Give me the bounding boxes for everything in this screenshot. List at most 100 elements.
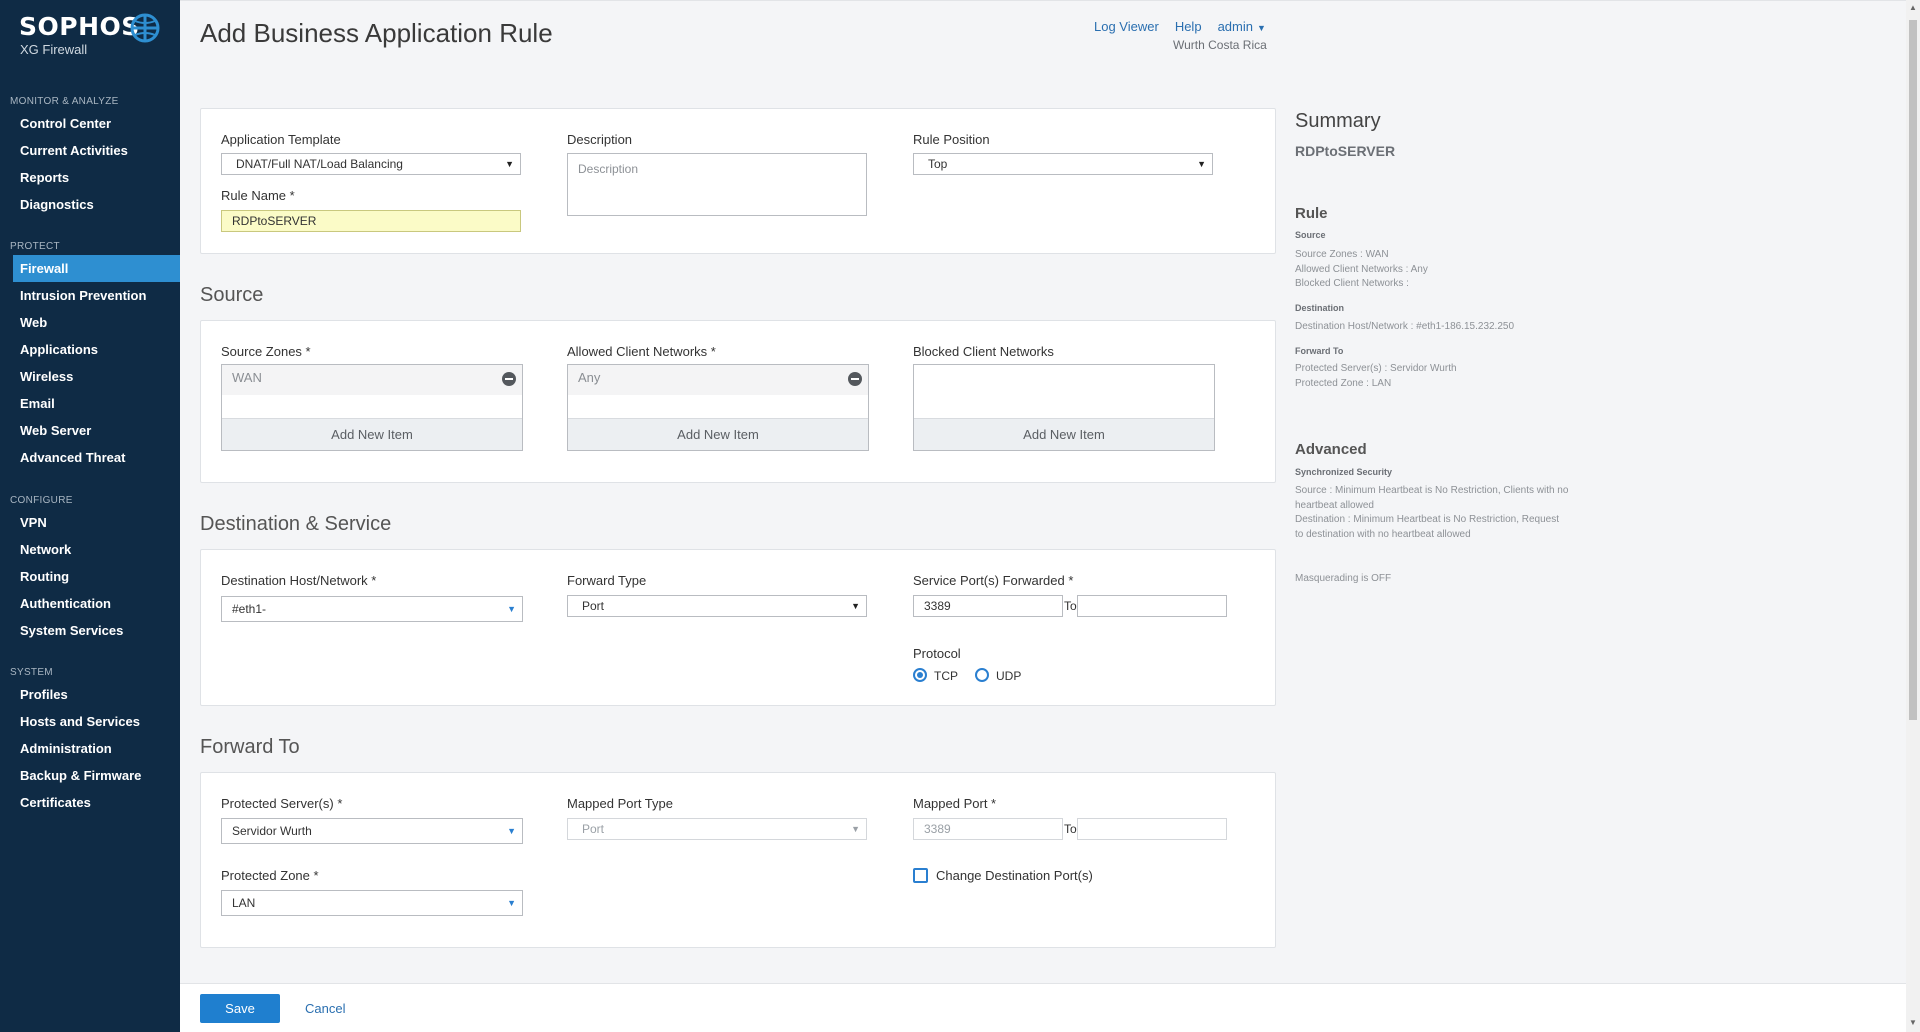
nav-item-intrusion-prevention[interactable]: Intrusion Prevention [0, 282, 180, 309]
nav-item-advanced-threat[interactable]: Advanced Threat [0, 444, 180, 471]
nav-item-current-activities[interactable]: Current Activities [0, 137, 180, 164]
organization-name: Wurth Costa Rica [1173, 38, 1267, 52]
remove-icon[interactable] [502, 372, 516, 386]
summary-source-details: Source Zones : WAN Allowed Client Networ… [1295, 248, 1428, 292]
summary-line: heartbeat allowed [1295, 499, 1374, 511]
caret-down-icon: ▼ [507, 898, 516, 908]
nav-item-routing[interactable]: Routing [0, 563, 180, 590]
rule-position-label: Rule Position [913, 132, 990, 147]
caret-down-icon: ▼ [507, 604, 516, 614]
nav-item-control-center[interactable]: Control Center [0, 110, 180, 137]
summary-advanced-heading: Advanced [1295, 441, 1367, 458]
list-item: Any [568, 365, 868, 395]
summary-line: Destination Host/Network : #eth1-186.15.… [1295, 321, 1515, 332]
blocked-networks-label: Blocked Client Networks [913, 344, 1054, 359]
forward-section-title: Forward To [200, 736, 300, 758]
mapped-port-type-select[interactable]: Port ▼ [567, 818, 867, 840]
vertical-scrollbar[interactable]: ▲ ▼ [1906, 0, 1920, 1032]
summary-sync-heading: Synchronized Security [1295, 467, 1393, 477]
protocol-tcp-label: TCP [934, 669, 958, 683]
destination-host-value: #eth1- [232, 602, 267, 616]
save-button[interactable]: Save [200, 994, 280, 1023]
nav-item-web[interactable]: Web [0, 309, 180, 336]
nav-item-wireless[interactable]: Wireless [0, 363, 180, 390]
nav-item-applications[interactable]: Applications [0, 336, 180, 363]
summary-rule-heading: Rule [1295, 205, 1328, 222]
summary-destination-heading: Destination [1295, 303, 1345, 313]
nav-item-backup-firmware[interactable]: Backup & Firmware [0, 762, 180, 789]
scroll-thumb[interactable] [1909, 20, 1917, 720]
blocked-networks-list: Add New Item [913, 364, 1215, 451]
nav-item-network[interactable]: Network [0, 536, 180, 563]
app-template-select[interactable]: DNAT/Full NAT/Load Balancing ▼ [221, 153, 521, 175]
summary-destination-details: Destination Host/Network : #eth1-186.15.… [1295, 320, 1514, 335]
add-new-item-button[interactable]: Add New Item [222, 418, 522, 450]
summary-forward-details: Protected Server(s) : Servidor Wurth Pro… [1295, 362, 1457, 391]
summary-sync-details: Source : Minimum Heartbeat is No Restric… [1295, 484, 1568, 542]
protected-server-value: Servidor Wurth [232, 824, 312, 838]
service-port-from-input[interactable]: 3389 [913, 595, 1063, 617]
admin-menu[interactable]: admin ▼ [1218, 19, 1266, 34]
source-zones-list: WAN Add New Item [221, 364, 523, 451]
allowed-networks-list: Any Add New Item [567, 364, 869, 451]
protected-server-label: Protected Server(s) * [221, 796, 343, 811]
nav-item-hosts-and-services[interactable]: Hosts and Services [0, 708, 180, 735]
nav-heading: SYSTEM [10, 667, 53, 678]
source-zone-value: WAN [232, 370, 262, 385]
globe-icon [130, 13, 160, 43]
change-destination-label: Change Destination Port(s) [936, 868, 1093, 883]
nav-item-diagnostics[interactable]: Diagnostics [0, 191, 180, 218]
source-section-title: Source [200, 284, 264, 306]
product-name: XG Firewall [20, 42, 88, 57]
summary-line: Protected Server(s) : Servidor Wurth [1295, 363, 1457, 374]
allowed-networks-label: Allowed Client Networks * [567, 344, 716, 359]
mapped-port-from-input[interactable]: 3389 [913, 818, 1063, 840]
destination-host-select[interactable]: #eth1- ▼ [221, 596, 523, 622]
nav-item-system-services[interactable]: System Services [0, 617, 180, 644]
nav-section-protect: PROTECT Firewall Intrusion Prevention We… [0, 239, 180, 471]
rule-position-select[interactable]: Top ▼ [913, 153, 1213, 175]
forward-panel [200, 772, 1276, 948]
nav-section-system: SYSTEM Profiles Hosts and Services Admin… [0, 665, 180, 816]
remove-icon[interactable] [848, 372, 862, 386]
nav-item-certificates[interactable]: Certificates [0, 789, 180, 816]
scroll-up-icon[interactable]: ▲ [1909, 3, 1917, 12]
description-label: Description [567, 132, 633, 147]
add-new-item-button[interactable]: Add New Item [568, 418, 868, 450]
protected-server-select[interactable]: Servidor Wurth ▼ [221, 818, 523, 844]
log-viewer-link[interactable]: Log Viewer [1094, 19, 1159, 34]
protocol-tcp-radio[interactable] [913, 668, 927, 682]
service-port-to-input[interactable] [1077, 595, 1227, 617]
summary-forward-heading: Forward To [1295, 346, 1344, 356]
source-zones-label: Source Zones * [221, 344, 311, 359]
forward-type-select[interactable]: Port ▼ [567, 595, 867, 617]
nav-item-firewall[interactable]: Firewall [13, 255, 180, 282]
nav-item-profiles[interactable]: Profiles [0, 681, 180, 708]
scroll-down-icon[interactable]: ▼ [1909, 1018, 1917, 1027]
mapped-port-to-input[interactable] [1077, 818, 1227, 840]
brand-name: SOPHOS [19, 12, 140, 41]
nav-item-authentication[interactable]: Authentication [0, 590, 180, 617]
destination-host-label: Destination Host/Network * [221, 573, 377, 588]
nav-item-email[interactable]: Email [0, 390, 180, 417]
caret-down-icon: ▼ [851, 601, 860, 611]
protocol-udp-radio[interactable] [975, 668, 989, 682]
sophos-logo: SOPHOS XG Firewall [19, 12, 160, 57]
help-link[interactable]: Help [1175, 19, 1202, 34]
change-destination-checkbox[interactable] [913, 868, 928, 883]
destination-section-title: Destination & Service [200, 513, 392, 535]
summary-masquerading: Masquerading is OFF [1295, 573, 1392, 584]
nav-item-vpn[interactable]: VPN [0, 509, 180, 536]
top-links: Log Viewer Help admin ▼ [1094, 19, 1266, 34]
cancel-button[interactable]: Cancel [305, 1001, 345, 1016]
rule-position-value: Top [928, 157, 948, 171]
nav-item-administration[interactable]: Administration [0, 735, 180, 762]
description-textarea[interactable]: Description [567, 153, 867, 216]
nav-item-web-server[interactable]: Web Server [0, 417, 180, 444]
nav-item-reports[interactable]: Reports [0, 164, 180, 191]
summary-line: Source : Minimum Heartbeat is No Restric… [1295, 485, 1569, 496]
rule-name-input[interactable]: RDPtoSERVER [221, 210, 521, 232]
page-title: Add Business Application Rule [200, 18, 553, 48]
protected-zone-select[interactable]: LAN ▼ [221, 890, 523, 916]
add-new-item-button[interactable]: Add New Item [914, 418, 1214, 450]
